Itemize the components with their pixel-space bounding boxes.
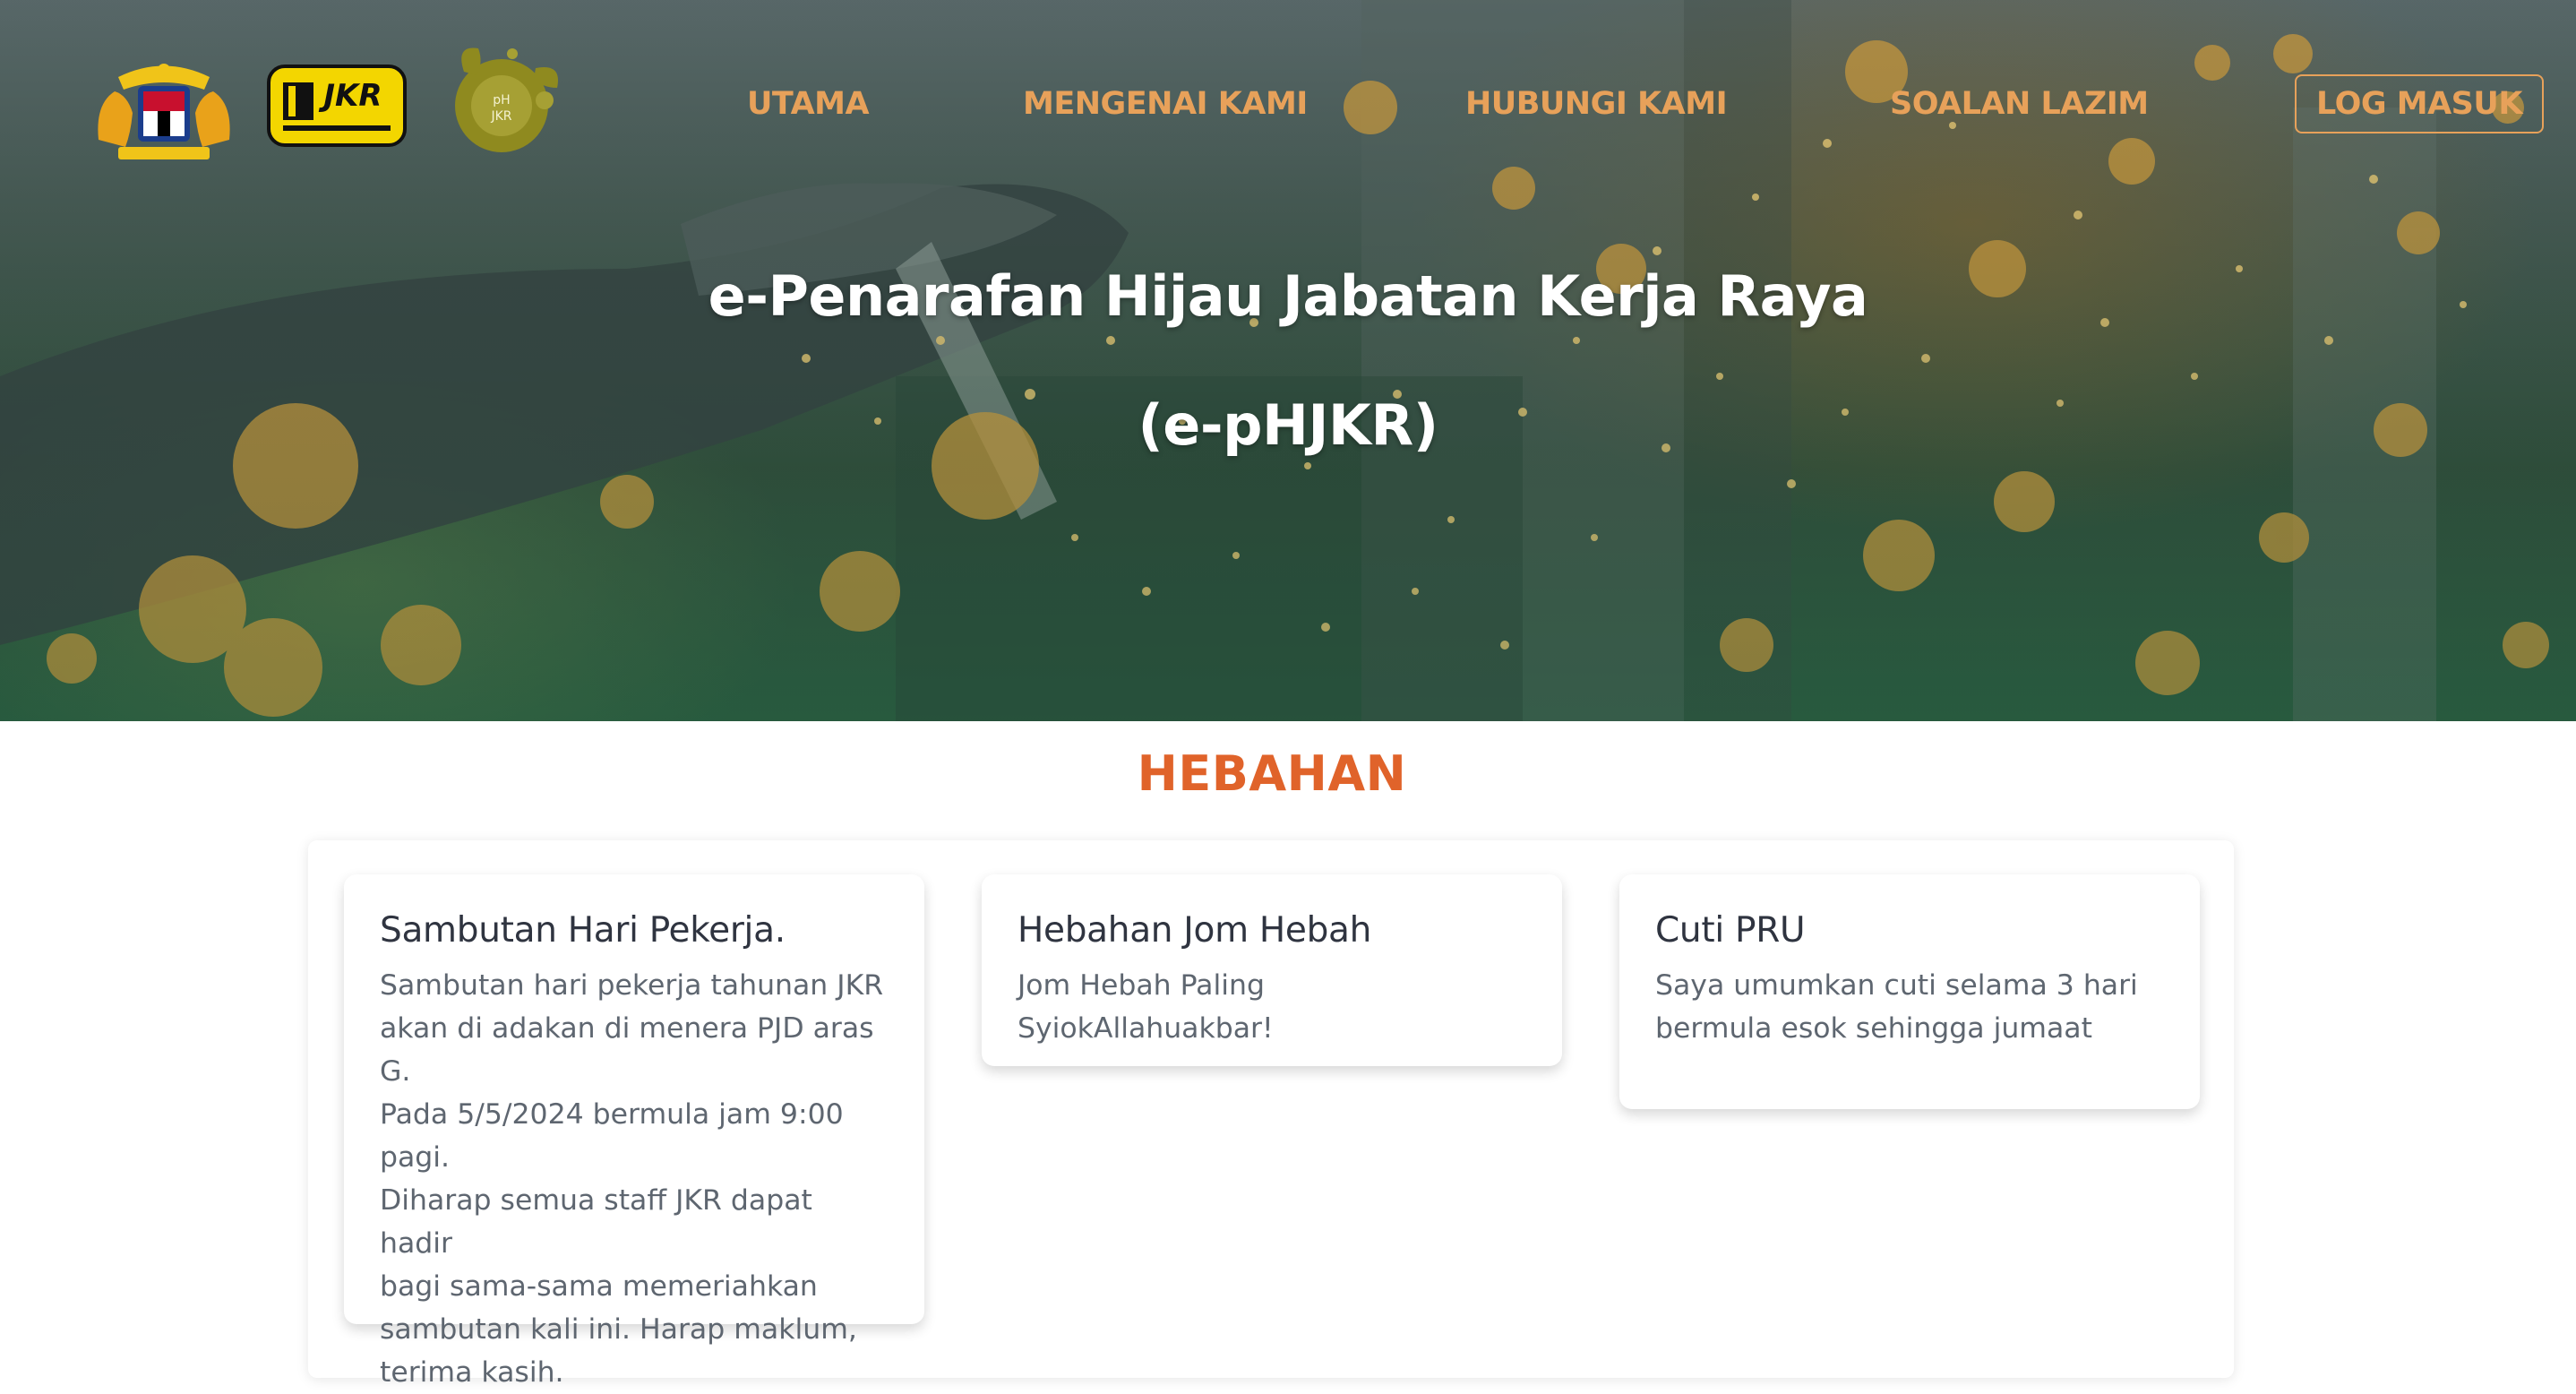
card-body-line: Jom Hebah Paling SyiokAllahuakbar! [1018,969,1274,1045]
svg-text:pH: pH [493,93,510,108]
nav-mengenai-kami[interactable]: MENGENAI KAMI [1023,82,1308,125]
login-button[interactable]: LOG MASUK [2295,74,2544,133]
svg-text:JKR: JKR [490,109,511,124]
nav-hubungi-kami[interactable]: HUBUNGI KAMI [1465,82,1728,125]
card-body-line: bermula esok sehingga jumaat [1655,1012,2092,1045]
jkr-logo: JKR [267,65,407,147]
card-title: Hebahan Jom Hebah [1018,910,1372,951]
card-body-line: terima kasih. [380,1356,564,1389]
card-body: Sambutan hari pekerja tahunan JKR akan d… [380,964,889,1394]
hero-title: e-Penarafan Hijau Jabatan Kerja Raya [708,263,1868,329]
nav-utama[interactable]: UTAMA [747,82,870,125]
hero-banner: JKR pH JKR UTAMA MENGENAI KAMI HUBUNGI K… [0,0,2576,721]
announcements-heading: HEBAHAN [1137,745,1407,802]
card-body: Saya umumkan cuti selama 3 hari bermula … [1655,964,2164,1050]
card-title: Sambutan Hari Pekerja. [380,910,786,951]
card-body-line: bagi sama-sama memeriahkan [380,1270,818,1303]
announcement-card-jom-hebah[interactable]: Hebahan Jom Hebah Jom Hebah Paling Syiok… [982,874,1562,1066]
card-body-line: Pada 5/5/2024 bermula jam 9:00 pagi. [380,1098,844,1174]
card-body-line: sambutan kali ini. Harap maklum, [380,1313,857,1346]
announcement-card-cuti-pru[interactable]: Cuti PRU Saya umumkan cuti selama 3 hari… [1619,874,2200,1109]
nav-soalan-lazim[interactable]: SOALAN LAZIM [1890,82,2149,125]
announcement-card-sambutan-hari-pekerja[interactable]: Sambutan Hari Pekerja. Sambutan hari pek… [344,874,924,1389]
card-body: Jom Hebah Paling SyiokAllahuakbar! [1018,964,1526,1050]
card-body-line: Diharap semua staff JKR dapat hadir [380,1184,812,1260]
card-title: Cuti PRU [1655,910,1806,951]
card-body-line: Saya umumkan cuti selama 3 hari [1655,969,2138,1002]
coat-of-arms-logo [98,64,230,159]
svg-text:JKR: JKR [318,78,382,114]
card-body-line: akan di adakan di menera PJD aras G. [380,1012,874,1088]
card-body-line: Sambutan hari pekerja tahunan JKR [380,969,884,1002]
phjkr-logo: pH JKR [455,47,558,152]
hero-subtitle: (e-pHJKR) [1138,392,1438,458]
